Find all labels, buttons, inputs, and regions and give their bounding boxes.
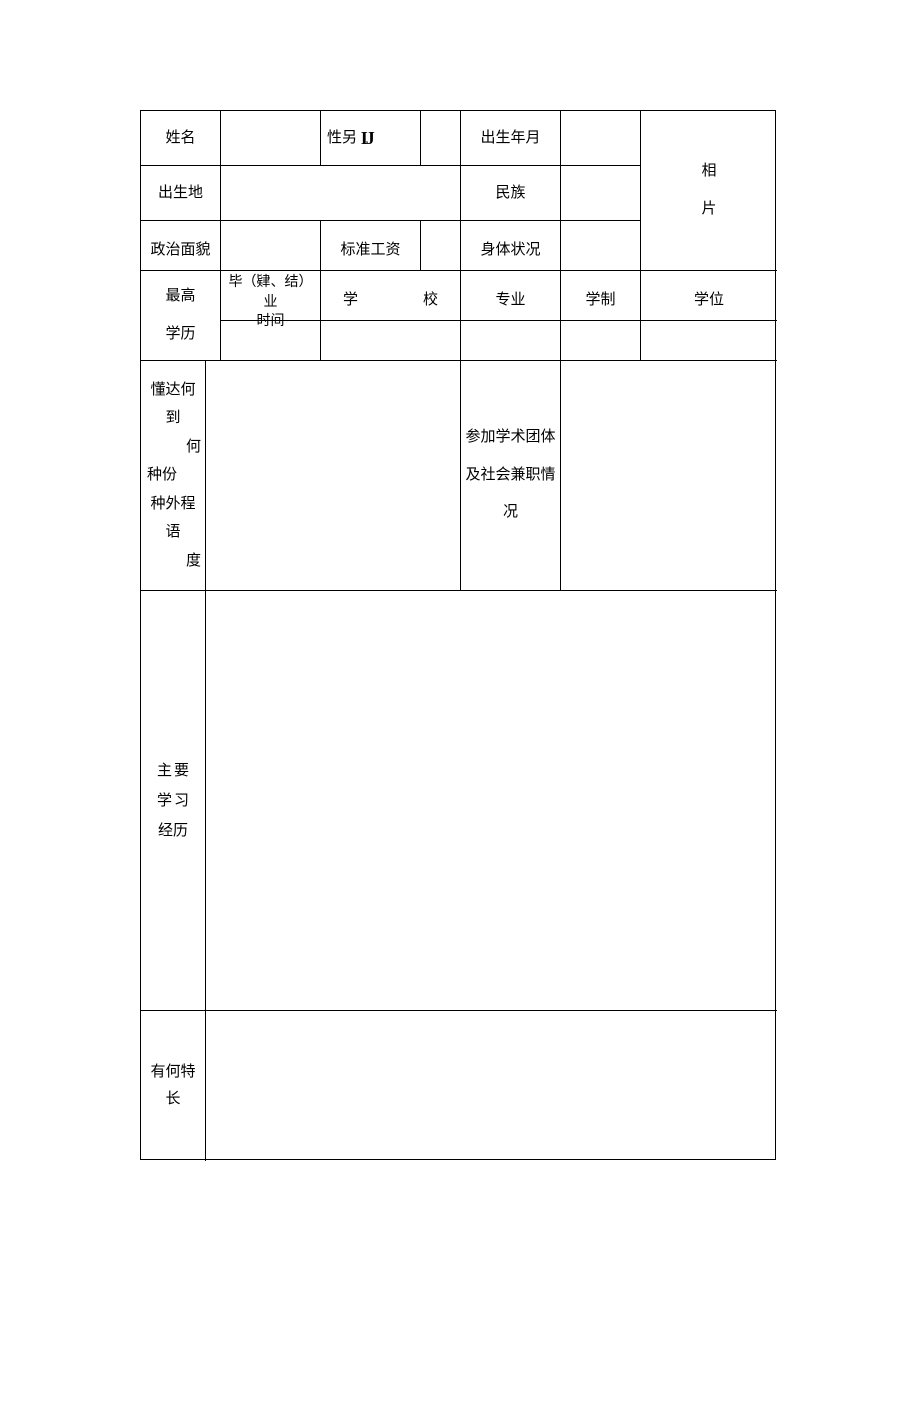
label-sex-suffix: IJ [361,122,373,154]
value-specialty[interactable] [206,1011,777,1161]
value-associations[interactable] [561,361,777,591]
study-a: 主 [157,756,172,786]
study-row-2: 学 习 [145,786,201,816]
label-specialty: 有何特长 [141,1011,206,1161]
label-ethnicity: 民族 [461,166,561,221]
assoc-l3: 况 [503,494,518,532]
value-grad-time[interactable] [221,321,321,361]
label-languages: 懂达何到 何 种份 种外程语 度 [141,361,206,591]
label-highest-edu: 最高 学历 [141,271,221,361]
value-major[interactable] [461,321,561,361]
value-politics[interactable] [221,221,321,271]
label-sex-prefix: 性另 [327,125,357,152]
label-school: 学 校 [321,271,461,321]
value-salary[interactable] [421,221,461,271]
lang-l3: 种份 [145,461,177,490]
study-c: 学 [157,786,172,816]
assoc-l2: 及社会兼职情 [465,457,555,495]
value-birthplace[interactable] [221,166,461,221]
label-associations: 参加学术团体 及社会兼职情 况 [461,361,561,591]
value-degree[interactable] [641,321,777,361]
value-school[interactable] [321,321,461,361]
lang-l1: 懂达何到 [145,376,201,433]
form-table: 姓名 性另 IJ 出生年月 出生地 民族 相 片 政治面貌 标准工资 身体状况 … [140,110,776,1160]
study-b: 要 [174,756,189,786]
value-ethnicity[interactable] [561,166,641,221]
lang-l5: 度 [186,547,201,576]
label-edu-bottom: 学历 [165,321,195,348]
label-system: 学制 [561,271,641,321]
label-degree: 学位 [641,271,777,321]
label-major: 专业 [461,271,561,321]
lang-l2: 何 [186,433,201,462]
label-photo-1: 相 [701,153,716,191]
value-study-history[interactable] [206,591,777,1011]
label-birth: 出生年月 [461,111,561,166]
assoc-l1: 参加学术团体 [465,419,555,457]
label-school-b: 校 [423,287,438,314]
lang-l4: 种外程语 [145,490,201,547]
photo-box: 相 片 [641,111,777,271]
label-edu-top: 最高 [165,283,195,310]
study-e: 经历 [158,816,188,846]
label-sex: 性另 IJ [321,111,421,166]
label-name: 姓名 [141,111,221,166]
label-birthplace: 出生地 [141,166,221,221]
label-politics: 政治面貌 [141,221,221,271]
label-study-history: 主 要 学 习 经历 [141,591,206,1011]
label-grad-time: 毕（肄、结）业 时间 [221,271,321,321]
study-row-1: 主 要 [145,756,201,786]
value-languages[interactable] [206,361,461,591]
value-health[interactable] [561,221,641,271]
study-d: 习 [174,786,189,816]
label-grad-time-1: 毕（肄、结）业 [225,273,316,312]
value-birth[interactable] [561,111,641,166]
label-photo-2: 片 [701,191,716,229]
value-system[interactable] [561,321,641,361]
value-sex[interactable] [421,111,461,166]
label-school-a: 学 [343,287,358,314]
value-name[interactable] [221,111,321,166]
label-health: 身体状况 [461,221,561,271]
label-salary: 标准工资 [321,221,421,271]
